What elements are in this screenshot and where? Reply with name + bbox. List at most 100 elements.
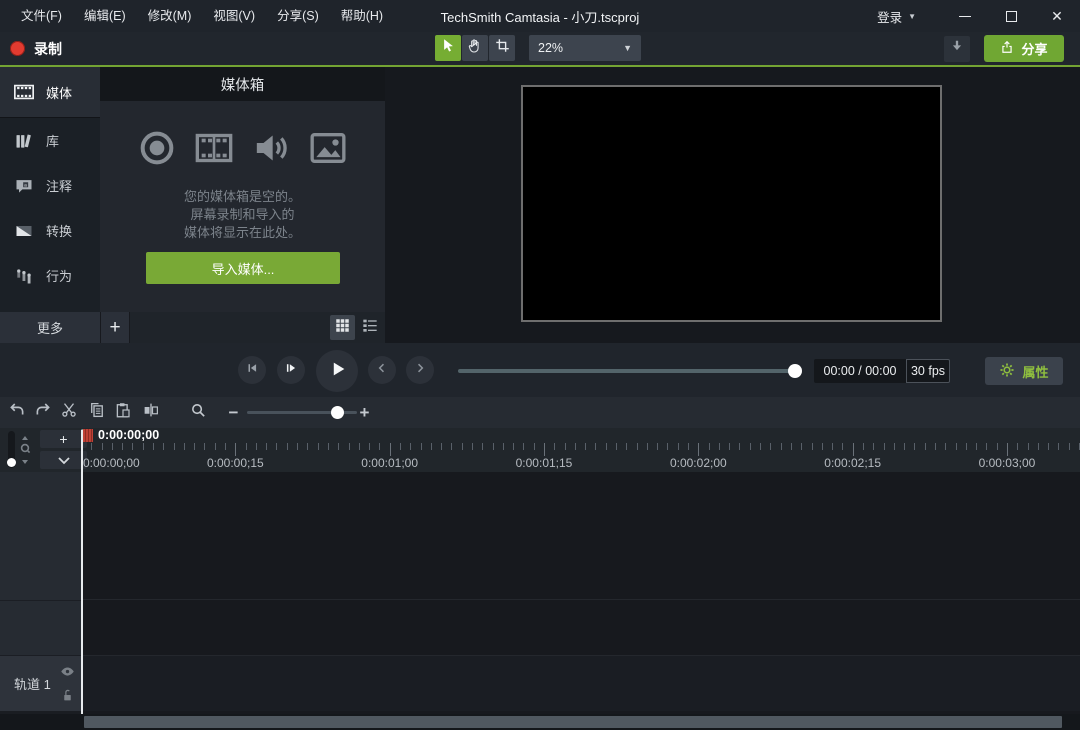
previous-marker-button[interactable] xyxy=(368,356,396,384)
cursor-icon xyxy=(441,38,456,58)
sidebar-item-label: 转换 xyxy=(46,221,72,240)
zoom-in-button[interactable]: + xyxy=(352,400,377,425)
sidebar-item-library[interactable]: 库 xyxy=(0,118,100,163)
timeline-ruler[interactable]: 0:00:00;00 0:00:00;000:00:00;150:00:01;0… xyxy=(81,428,1080,472)
track-1-header[interactable]: 轨道 1 xyxy=(0,656,81,711)
ruler-tick xyxy=(914,443,915,450)
ruler-tick xyxy=(122,443,123,450)
ruler-tick xyxy=(698,443,699,456)
track-height-slider[interactable] xyxy=(8,431,15,468)
books-icon xyxy=(13,131,35,151)
ruler-tick xyxy=(544,443,545,456)
add-track-button[interactable]: + xyxy=(40,430,87,448)
track-height-thumb[interactable] xyxy=(7,458,16,467)
ruler-tick xyxy=(986,443,987,450)
step-backward-button[interactable] xyxy=(238,356,266,384)
zoom-out-button[interactable]: − xyxy=(221,400,246,425)
menu-edit[interactable]: 编辑(E) xyxy=(73,0,137,32)
crop-tool-button[interactable] xyxy=(489,35,515,61)
menu-share[interactable]: 分享(S) xyxy=(266,0,330,32)
ruler-tick xyxy=(513,443,514,450)
horizontal-scrollbar[interactable] xyxy=(84,716,1062,728)
eye-icon[interactable] xyxy=(60,664,75,682)
sidebar: 媒体 库 a 注释 转换 行为 xyxy=(0,67,100,312)
grid-view-button[interactable] xyxy=(330,315,355,340)
timeline-zoom-button[interactable] xyxy=(186,400,211,425)
list-view-button[interactable] xyxy=(357,315,382,340)
timeline-tracks-area[interactable]: 轨道 1 xyxy=(0,472,1080,714)
redo-button[interactable] xyxy=(30,400,55,425)
playhead-line[interactable] xyxy=(81,430,83,714)
sidebar-item-label: 注释 xyxy=(46,176,72,195)
scissors-icon xyxy=(60,401,78,424)
timeline-zoom-slider-thumb[interactable] xyxy=(331,406,344,419)
sidebar-item-behaviors[interactable]: 行为 xyxy=(0,253,100,298)
menu-help[interactable]: 帮助(H) xyxy=(330,0,394,32)
fps-display: 30 fps xyxy=(906,359,950,383)
add-tab-button[interactable]: + xyxy=(101,312,129,343)
step-backward-icon xyxy=(245,361,259,380)
media-bin-empty-message: 您的媒体箱是空的。 屏幕录制和导入的 媒体将显示在此处。 xyxy=(100,188,385,242)
ruler-tick xyxy=(215,443,216,450)
magnifier-icon xyxy=(190,402,207,424)
ruler-tick xyxy=(667,443,668,450)
ruler-tick xyxy=(904,443,905,450)
sign-in-label: 登录 xyxy=(877,7,902,26)
copy-button[interactable] xyxy=(84,400,109,425)
ruler-tick xyxy=(91,443,92,450)
editing-stage xyxy=(385,67,1080,343)
sign-in-button[interactable]: 登录 ▼ xyxy=(871,7,922,26)
collapse-tracks-button[interactable] xyxy=(40,451,87,469)
maximize-button[interactable] xyxy=(988,0,1034,32)
paste-button[interactable] xyxy=(110,400,135,425)
next-marker-button[interactable] xyxy=(406,356,434,384)
share-button[interactable]: 分享 xyxy=(984,35,1064,62)
menu-view[interactable]: 视图(V) xyxy=(202,0,266,32)
ruler-tick xyxy=(997,443,998,450)
ruler-tick xyxy=(1007,443,1008,456)
sidebar-item-media[interactable]: 媒体 xyxy=(0,67,100,118)
ruler-tick xyxy=(204,443,205,450)
track-1-controls xyxy=(60,664,75,708)
canvas-zoom-dropdown[interactable]: 22% ▼ xyxy=(529,35,641,61)
ruler-tick xyxy=(493,443,494,450)
titlebar: TechSmith Camtasia - 小刀.tscproj 文件(F) 编辑… xyxy=(0,0,1080,32)
toolbar-right: 分享 xyxy=(944,32,1064,65)
close-button[interactable]: ✕ xyxy=(1034,0,1080,32)
canvas-tools xyxy=(435,35,515,61)
playhead-out-handle[interactable] xyxy=(83,429,93,442)
minimize-button[interactable] xyxy=(942,0,988,32)
step-forward-button[interactable] xyxy=(277,356,305,384)
download-button[interactable] xyxy=(944,36,970,62)
import-media-button[interactable]: 导入媒体... xyxy=(146,252,340,284)
menu-modify[interactable]: 修改(M) xyxy=(137,0,203,32)
unlock-icon[interactable] xyxy=(61,688,74,708)
record-button[interactable]: 录制 xyxy=(10,32,62,65)
ruler-label: 0:00:02;00 xyxy=(670,456,727,470)
sidebar-item-label: 媒体 xyxy=(46,83,72,102)
time-display: 00:00 / 00:00 xyxy=(814,359,906,383)
seek-slider-thumb[interactable] xyxy=(788,364,802,378)
ruler-tick xyxy=(102,443,103,450)
ruler-tick xyxy=(328,443,329,450)
cut-button[interactable] xyxy=(56,400,81,425)
pan-tool-button[interactable] xyxy=(462,35,488,61)
media-panel-bottom-bar xyxy=(130,312,385,343)
main-toolbar: 录制 22% ▼ xyxy=(0,32,1080,65)
play-button[interactable] xyxy=(316,350,358,392)
sidebar-item-annotations[interactable]: a 注释 xyxy=(0,163,100,208)
ruler-tick xyxy=(163,443,164,450)
seek-slider-track[interactable] xyxy=(458,369,795,373)
track-1-lane[interactable] xyxy=(81,656,1080,711)
select-tool-button[interactable] xyxy=(435,35,461,61)
split-button[interactable] xyxy=(138,400,163,425)
undo-button[interactable] xyxy=(4,400,29,425)
ruler-tick xyxy=(945,443,946,450)
ruler-tick xyxy=(194,443,195,450)
menu-file[interactable]: 文件(F) xyxy=(10,0,73,32)
preview-canvas[interactable] xyxy=(521,85,942,322)
sidebar-item-transitions[interactable]: 转换 xyxy=(0,208,100,253)
vertical-zoom-icon xyxy=(19,435,31,470)
properties-button[interactable]: 属性 xyxy=(985,357,1063,385)
sidebar-more-button[interactable]: 更多 xyxy=(0,312,100,343)
